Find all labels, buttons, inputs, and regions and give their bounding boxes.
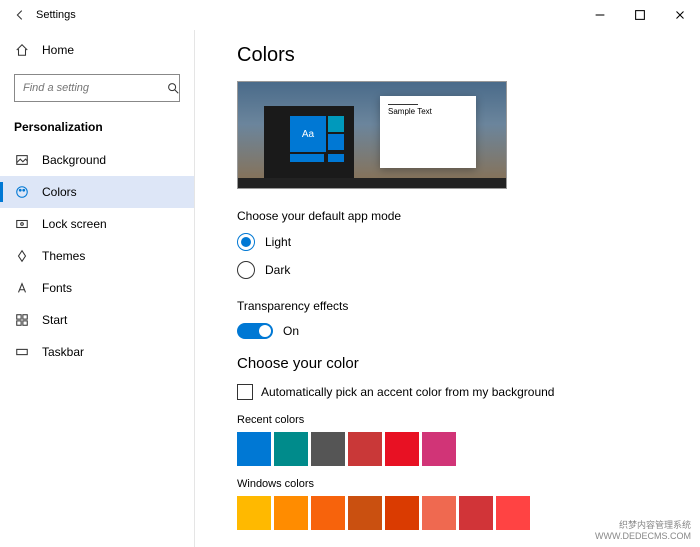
window-title: Settings [36, 9, 76, 21]
preview-start-menu: Aa [264, 106, 354, 178]
titlebar: Settings [0, 0, 700, 30]
preview-tile [328, 116, 344, 132]
lock-icon [14, 216, 30, 232]
watermark-line: 织梦内容管理系统 [595, 520, 691, 531]
maximize-button[interactable] [620, 0, 660, 30]
minimize-button[interactable] [580, 0, 620, 30]
nav-label: Start [42, 313, 67, 327]
category-label: Personalization [0, 114, 194, 144]
transparency-toggle-row: On [237, 323, 670, 339]
taskbar-icon [14, 344, 30, 360]
radio-label: Dark [265, 263, 290, 277]
preview-sample-text: Sample Text [388, 107, 432, 116]
color-swatch[interactable] [459, 496, 493, 530]
checkbox-icon [237, 384, 253, 400]
watermark: 织梦内容管理系统 WWW.DEDECMS.COM [592, 519, 694, 543]
preview-window: Sample Text [380, 96, 476, 168]
color-swatch[interactable] [237, 432, 271, 466]
search-box[interactable] [14, 74, 180, 102]
transparency-toggle[interactable] [237, 323, 273, 339]
toggle-state: On [283, 324, 299, 338]
search-icon [166, 80, 180, 96]
back-icon[interactable] [12, 7, 28, 23]
page-title: Colors [237, 44, 670, 67]
home-icon [14, 42, 30, 58]
nav-label: Lock screen [42, 217, 107, 231]
start-icon [14, 312, 30, 328]
close-button[interactable] [660, 0, 700, 30]
palette-icon [14, 184, 30, 200]
nav-label: Background [42, 153, 106, 167]
color-preview: Aa Sample Text [237, 81, 507, 189]
transparency-label: Transparency effects [237, 299, 670, 313]
nav-colors[interactable]: Colors [0, 176, 194, 208]
watermark-line: WWW.DEDECMS.COM [595, 531, 691, 542]
auto-pick-row[interactable]: Automatically pick an accent color from … [237, 384, 670, 400]
preview-taskbar [238, 178, 506, 188]
nav-fonts[interactable]: Fonts [0, 272, 194, 304]
title-controls [580, 0, 700, 30]
nav-label: Taskbar [42, 345, 84, 359]
theme-icon [14, 248, 30, 264]
color-swatch[interactable] [496, 496, 530, 530]
nav-label: Fonts [42, 281, 72, 295]
nav-background[interactable]: Background [0, 144, 194, 176]
nav-lockscreen[interactable]: Lock screen [0, 208, 194, 240]
preview-tile [328, 134, 344, 150]
main-content: Colors Aa Sample Text Choose your defaul… [195, 30, 700, 547]
nav-themes[interactable]: Themes [0, 240, 194, 272]
auto-pick-label: Automatically pick an accent color from … [261, 385, 554, 399]
nav-taskbar[interactable]: Taskbar [0, 336, 194, 368]
preview-tile [328, 154, 344, 162]
image-icon [14, 152, 30, 168]
preview-tile-large: Aa [290, 116, 326, 152]
radio-light[interactable]: Light [237, 233, 670, 251]
radio-icon [237, 233, 255, 251]
radio-label: Light [265, 235, 291, 249]
recent-colors-row [237, 432, 670, 466]
radio-icon [237, 261, 255, 279]
font-icon [14, 280, 30, 296]
nav-home[interactable]: Home [0, 34, 194, 66]
nav-label: Colors [42, 185, 77, 199]
radio-dark[interactable]: Dark [237, 261, 670, 279]
nav-start[interactable]: Start [0, 304, 194, 336]
search-input[interactable] [23, 82, 166, 94]
windows-colors-label: Windows colors [237, 478, 670, 490]
preview-tile [290, 154, 324, 162]
color-swatch[interactable] [385, 496, 419, 530]
nav-label: Themes [42, 249, 85, 263]
color-swatch[interactable] [348, 432, 382, 466]
color-swatch[interactable] [274, 432, 308, 466]
recent-colors-label: Recent colors [237, 414, 670, 426]
color-swatch[interactable] [237, 496, 271, 530]
color-swatch[interactable] [385, 432, 419, 466]
nav-home-label: Home [42, 43, 74, 57]
color-swatch[interactable] [311, 496, 345, 530]
choose-color-title: Choose your color [237, 355, 670, 372]
mode-label: Choose your default app mode [237, 209, 670, 223]
color-swatch[interactable] [274, 496, 308, 530]
color-swatch[interactable] [311, 432, 345, 466]
sidebar: Home Personalization Background Colors L… [0, 30, 195, 547]
color-swatch[interactable] [348, 496, 382, 530]
color-swatch[interactable] [422, 432, 456, 466]
color-swatch[interactable] [422, 496, 456, 530]
